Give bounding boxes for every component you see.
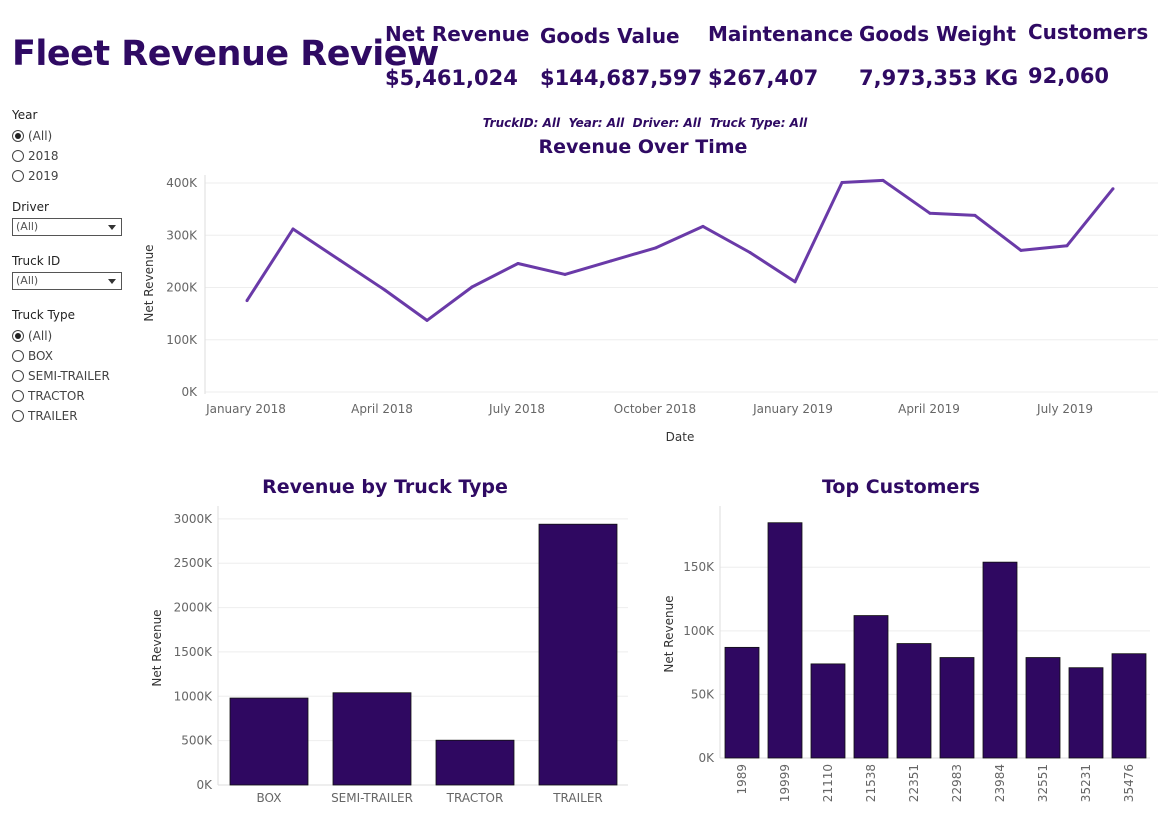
revenue-data-point	[425, 318, 429, 322]
bar	[896, 643, 932, 759]
x-tick-label: 23984	[993, 764, 1007, 802]
x-tick-label: 1989	[735, 764, 749, 795]
y-tick-label: 100K	[166, 333, 198, 347]
y-tick-label: 50K	[691, 687, 715, 701]
revenue-data-point	[1065, 244, 1069, 248]
bar	[724, 646, 760, 759]
y-tick-label: 3000K	[174, 512, 214, 526]
revenue-data-point	[840, 181, 844, 184]
x-tick-label: January 2018	[205, 402, 286, 416]
x-tick-label: SEMI-TRAILER	[331, 791, 413, 805]
bar	[1068, 667, 1104, 759]
x-tick-label: BOX	[257, 791, 282, 805]
revenue-data-point	[654, 246, 658, 250]
x-tick-label: TRAILER	[552, 791, 603, 805]
x-tick-label: July 2019	[1036, 402, 1093, 416]
bar	[1111, 653, 1147, 759]
x-tick-label: 35231	[1079, 764, 1093, 802]
y-axis-label: Net Revenue	[662, 595, 676, 672]
bar	[538, 523, 618, 786]
x-tick-label: April 2019	[898, 402, 960, 416]
bar	[435, 739, 515, 786]
x-tick-label: January 2019	[752, 402, 833, 416]
revenue-data-point	[881, 178, 885, 182]
y-tick-label: 100K	[683, 624, 715, 638]
bar	[982, 561, 1018, 759]
bar	[332, 692, 412, 786]
x-tick-label: 22983	[950, 764, 964, 802]
revenue-data-point	[338, 258, 342, 262]
y-tick-label: 2500K	[174, 556, 214, 570]
revenue-data-point	[1111, 187, 1115, 191]
x-tick-label: October 2018	[614, 402, 696, 416]
x-tick-label: July 2018	[488, 402, 545, 416]
y-axis-label: Net Revenue	[150, 609, 164, 686]
revenue-data-point	[245, 299, 249, 303]
revenue-data-point	[383, 288, 387, 292]
revenue-data-point	[973, 213, 977, 217]
revenue-data-point	[470, 285, 474, 289]
revenue-data-point	[516, 262, 520, 265]
y-tick-label: 0K	[181, 385, 198, 399]
y-tick-label: 2000K	[174, 601, 214, 615]
y-tick-label: 200K	[166, 281, 198, 295]
x-tick-label: TRACTOR	[446, 791, 504, 805]
charts-canvas: 0K 100K 200K 300K 400K January 2018 April 2018…	[142, 175, 1158, 805]
x-tick-label: 35476	[1122, 764, 1136, 802]
y-tick-label: 400K	[166, 176, 198, 190]
revenue-data-point	[1019, 248, 1023, 252]
y-tick-label: 1500K	[174, 645, 214, 659]
revenue-series-line	[245, 178, 1115, 322]
x-tick-label: 21110	[821, 764, 835, 802]
x-tick-label: 19999	[778, 764, 792, 802]
bar	[853, 615, 889, 759]
bar	[229, 697, 309, 786]
revenue-data-point	[609, 259, 613, 263]
x-tick-label: 22351	[907, 764, 921, 802]
bar	[810, 663, 846, 759]
revenue-data-point	[291, 227, 295, 231]
bar	[939, 657, 975, 759]
y-tick-label: 500K	[181, 734, 213, 748]
x-axis-label: Date	[666, 430, 695, 444]
revenue-data-point	[748, 251, 752, 254]
y-tick-label: 0K	[196, 778, 213, 792]
x-tick-label: April 2018	[351, 402, 413, 416]
y-tick-label: 1000K	[174, 689, 214, 703]
x-tick-label: 32551	[1036, 764, 1050, 802]
y-tick-label: 300K	[166, 228, 198, 242]
bar	[767, 522, 803, 759]
x-tick-label: 21538	[864, 764, 878, 802]
revenue-data-point	[701, 224, 705, 228]
revenue-data-point	[928, 211, 932, 215]
revenue-data-point	[563, 272, 567, 276]
y-axis-label: Net Revenue	[142, 244, 156, 321]
revenue-data-point	[793, 280, 797, 284]
y-tick-label: 0K	[698, 751, 715, 765]
bar	[1025, 657, 1061, 759]
y-tick-label: 150K	[683, 560, 715, 574]
